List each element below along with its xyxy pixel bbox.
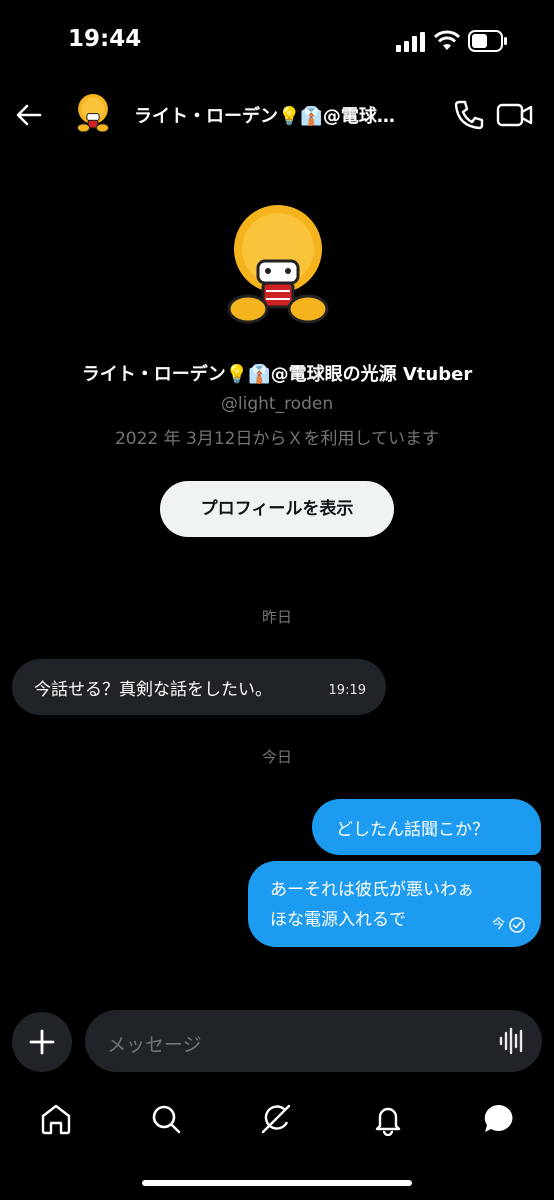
add-attachment-button[interactable] bbox=[12, 1012, 72, 1072]
message-bubble-icon[interactable] bbox=[481, 1102, 515, 1136]
status-bar: 19:44 bbox=[0, 0, 554, 80]
home-icon[interactable] bbox=[39, 1102, 73, 1136]
cellular-signal-icon bbox=[396, 32, 425, 52]
profile-handle: @light_roden bbox=[220, 394, 334, 414]
outgoing-message[interactable]: あーそれは彼氏が悪いわぁ ほな電源入れるで 今 bbox=[248, 861, 541, 947]
grok-icon[interactable] bbox=[259, 1102, 293, 1136]
wifi-icon bbox=[434, 30, 460, 50]
search-icon[interactable] bbox=[149, 1102, 183, 1136]
message-input-placeholder: メッセージ bbox=[107, 1034, 202, 1056]
phone-icon[interactable] bbox=[452, 98, 486, 132]
message-text: どしたん話聞こか？ bbox=[336, 820, 489, 840]
profile-avatar[interactable] bbox=[226, 205, 330, 329]
profile-name: ライト・ローデン💡👔@電球眼の光源 Vtuber bbox=[81, 364, 473, 385]
voice-waveform-icon[interactable] bbox=[498, 1027, 526, 1055]
bottom-tab-bar bbox=[0, 1090, 554, 1150]
bell-icon[interactable] bbox=[371, 1102, 405, 1136]
outgoing-message[interactable]: どしたん話聞こか？ bbox=[312, 799, 541, 855]
message-text-line: あーそれは彼氏が悪いわぁ bbox=[270, 880, 474, 900]
message-time: 19:19 bbox=[328, 683, 366, 698]
read-check-icon bbox=[509, 917, 525, 933]
message-input[interactable]: メッセージ bbox=[85, 1010, 542, 1072]
conversation-header: ライト・ローデン💡👔@電球… bbox=[0, 80, 554, 150]
profile-joined-date: 2022 年 3月12日からＸを利用しています bbox=[114, 429, 439, 449]
back-arrow-icon[interactable] bbox=[10, 96, 48, 134]
date-separator-yesterday: 昨日 bbox=[261, 608, 292, 626]
status-time: 19:44 bbox=[68, 26, 142, 52]
header-avatar[interactable] bbox=[72, 94, 114, 136]
battery-icon bbox=[468, 30, 507, 52]
incoming-message[interactable]: 今話せる？真剣な話をしたい。 19:19 bbox=[12, 659, 386, 715]
home-indicator bbox=[142, 1180, 412, 1186]
view-profile-button[interactable]: プロフィールを表示 bbox=[160, 481, 394, 537]
conversation-title[interactable]: ライト・ローデン💡👔@電球… bbox=[134, 102, 434, 128]
video-camera-icon[interactable] bbox=[496, 98, 534, 132]
date-separator-today: 今日 bbox=[261, 748, 292, 766]
message-text: 今話せる？真剣な話をしたい。 bbox=[34, 680, 272, 700]
message-time: 今 bbox=[491, 917, 505, 932]
plus-icon bbox=[29, 1029, 55, 1055]
